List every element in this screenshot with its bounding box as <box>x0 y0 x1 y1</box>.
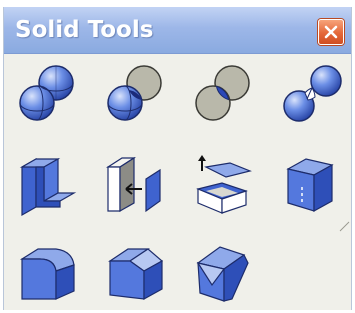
extrude-icon <box>105 156 161 213</box>
solid-box-icon <box>286 158 334 213</box>
solid-box-tool[interactable] <box>280 153 344 217</box>
chamfer-icon <box>108 248 164 301</box>
window-title: Solid Tools <box>15 17 154 43</box>
push-pull-tool[interactable] <box>16 153 80 217</box>
union-tool[interactable] <box>16 63 80 127</box>
union-icon <box>19 65 74 121</box>
close-icon <box>324 25 338 39</box>
shell-icon <box>196 155 252 214</box>
split-icon <box>283 65 342 122</box>
split-tool[interactable] <box>280 63 344 127</box>
close-button[interactable] <box>318 19 344 45</box>
shell-tool[interactable] <box>192 153 256 217</box>
push-pull-icon <box>19 157 77 217</box>
resize-grip-icon[interactable] <box>338 220 350 232</box>
fillet-icon <box>19 248 75 300</box>
corner-cut-tool[interactable] <box>192 241 256 305</box>
intersect-tool[interactable] <box>192 63 256 127</box>
fillet-tool[interactable] <box>16 241 80 305</box>
solid-tools-window: Solid Tools <box>3 7 352 310</box>
title-bar[interactable]: Solid Tools <box>4 7 351 54</box>
chamfer-tool[interactable] <box>104 241 168 305</box>
subtract-icon <box>107 65 162 121</box>
subtract-tool[interactable] <box>104 63 168 127</box>
extrude-tool[interactable] <box>104 153 168 217</box>
corner-cut-icon <box>196 246 249 302</box>
intersect-icon <box>195 65 250 121</box>
